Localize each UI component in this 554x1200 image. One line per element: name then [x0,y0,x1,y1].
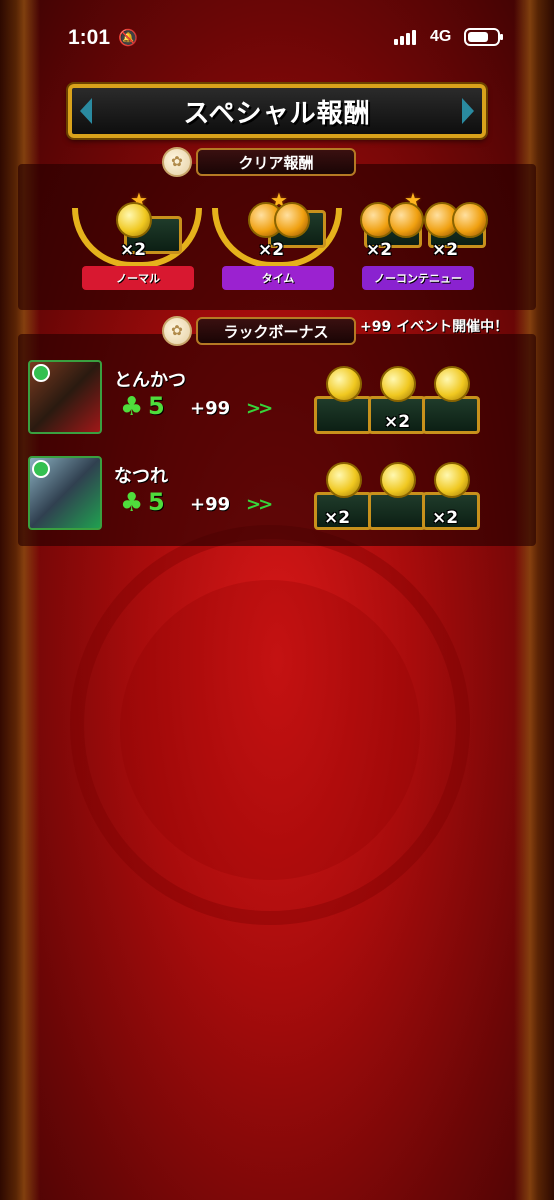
wood-attribute-icon [32,364,50,382]
gold-orb-icon [434,462,470,498]
double-arrow-icon: >> [246,398,273,419]
battery-icon [464,28,503,46]
clover-icon: ♣ [120,488,144,518]
reward-multiplier: ×2 [384,412,411,432]
gold-orb-icon [326,462,362,498]
page-title: スペシャル報酬 [183,98,371,129]
luck-row[interactable]: なつれ ♣ 5 +99 >> ×2 ×2 [18,448,536,538]
orange-orb-icon [452,202,488,238]
title-banner: スペシャル報酬 [68,84,486,138]
player-name: とんかつ [114,370,186,391]
double-arrow-icon: >> [246,494,273,515]
luck-value: 5 [148,392,165,420]
player-name: なつれ [114,466,168,487]
reward-multiplier: ×2 [324,508,351,528]
gold-orb-icon [116,202,152,238]
status-bar: 1:01 🔕 4G [0,0,554,72]
orange-orb-icon [274,202,310,238]
reward-ribbon: タイム [222,266,334,290]
reward-multiplier-left: ×2 [366,240,393,260]
reward-ribbon: ノーマル [82,266,194,290]
reward-time[interactable]: ★ ×2 タイム [212,188,342,298]
reward-ribbon-label: ノーマル [116,272,160,285]
luck-bonus-label: ラックボーナス [196,317,356,345]
reward-ribbon-label: ノーコンテニュー [374,272,462,285]
section-badge-icon: ✿ [162,147,192,177]
luck-row[interactable]: とんかつ ♣ 5 +99 >> ×2 [18,352,536,442]
reward-multiplier: ×2 [258,240,285,260]
luck-bonus-value: +99 [190,494,231,515]
reward-normal[interactable]: ★ ×2 ノーマル [72,188,202,298]
status-time: 1:01 [68,26,111,49]
reward-multiplier-right: ×2 [432,240,459,260]
clover-icon: ♣ [120,392,144,422]
background-emblem-inner [120,580,420,880]
avatar [28,456,102,530]
banner-right-ornament [462,98,474,124]
gold-orb-icon [326,366,362,402]
luck-bonus-label-text: ラックボーナス [223,322,329,341]
reward-ribbon: ノーコンテニュー [362,266,474,290]
orange-orb-icon [388,202,424,238]
event-notice: +99 イベント開催中！ [360,319,509,335]
signal-icon [394,30,416,45]
reward-multiplier: ×2 [432,508,459,528]
reward-ribbon-label: タイム [261,272,295,285]
gold-orb-icon [380,366,416,402]
luck-bonus-value: +99 [190,398,231,419]
clear-reward-label: クリア報酬 [196,148,356,176]
wood-attribute-icon [32,460,50,478]
network-type: 4G [430,28,452,45]
gold-orb-icon [434,366,470,402]
avatar [28,360,102,434]
bell-muted-icon: 🔕 [118,28,138,47]
gold-orb-icon [380,462,416,498]
reward-multiplier: ×2 [120,240,147,260]
luck-value: 5 [148,488,165,516]
section-badge-icon: ✿ [162,316,192,346]
clear-reward-label-text: クリア報酬 [238,153,314,172]
banner-left-ornament [80,98,92,124]
reward-no-continue[interactable]: ★ ×2 ×2 ノーコンテニュー [350,188,500,298]
